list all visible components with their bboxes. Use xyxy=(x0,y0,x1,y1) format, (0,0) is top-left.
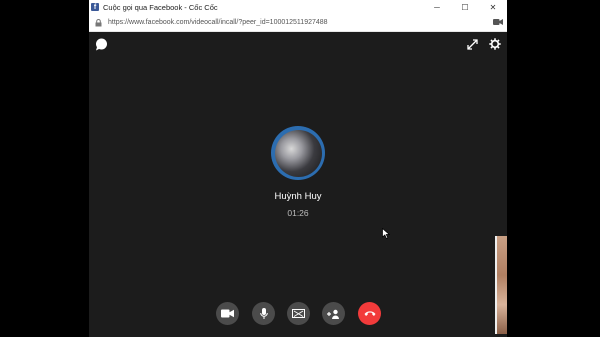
mute-button[interactable] xyxy=(252,302,275,325)
mouse-cursor-icon xyxy=(382,228,390,239)
video-toggle-button[interactable] xyxy=(216,302,239,325)
maximize-button[interactable]: ☐ xyxy=(451,0,479,14)
call-timer: 01:26 xyxy=(287,208,309,218)
chat-bubble-icon[interactable] xyxy=(94,37,108,51)
url-text[interactable]: https://www.facebook.com/videocall/incal… xyxy=(108,19,328,26)
add-person-icon xyxy=(327,309,339,319)
close-button[interactable]: ✕ xyxy=(479,0,507,14)
microphone-icon xyxy=(259,307,268,319)
facebook-favicon-icon: f xyxy=(91,3,99,11)
self-video-feed xyxy=(497,236,507,334)
title-bar: f Cuộc gọi qua Facebook - Cốc Cốc ─ ☐ ✕ xyxy=(89,0,507,14)
expand-icon[interactable] xyxy=(465,37,479,51)
caller-name: Huỳnh Huy xyxy=(274,191,322,202)
screen-share-button[interactable] xyxy=(287,302,310,325)
call-area: Huỳnh Huy 01:26 xyxy=(89,32,507,337)
add-person-button[interactable] xyxy=(322,302,345,325)
avatar-photo xyxy=(274,129,322,177)
hang-up-icon xyxy=(364,311,375,316)
screen-share-icon xyxy=(292,308,305,318)
address-bar[interactable]: https://www.facebook.com/videocall/incal… xyxy=(89,14,507,32)
minimize-button[interactable]: ─ xyxy=(423,0,451,14)
window-controls: ─ ☐ ✕ xyxy=(423,0,507,14)
caller-avatar xyxy=(271,126,325,180)
self-video-preview[interactable] xyxy=(495,236,507,334)
browser-window: f Cuộc gọi qua Facebook - Cốc Cốc ─ ☐ ✕ … xyxy=(89,0,507,337)
end-call-button[interactable] xyxy=(358,302,381,325)
gear-icon[interactable] xyxy=(488,37,502,51)
video-camera-icon xyxy=(221,309,234,318)
lock-icon xyxy=(92,17,104,29)
camera-icon[interactable] xyxy=(493,18,503,26)
call-controls xyxy=(89,302,507,326)
window-title: Cuộc gọi qua Facebook - Cốc Cốc xyxy=(103,2,218,12)
